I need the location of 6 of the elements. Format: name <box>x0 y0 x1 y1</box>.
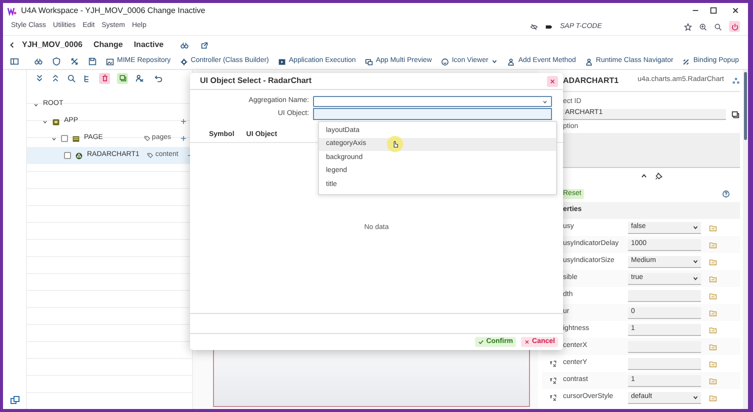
status-label: Inactive <box>134 39 164 51</box>
panel-title: ADARCHART1 <box>563 74 619 86</box>
dialog-title: UI Object Select - RadarChart <box>200 75 312 87</box>
program-name: YJH_MOV_0006 <box>22 39 82 51</box>
window-title: U4A Workspace - YJH_MOV_0006 Change Inactive <box>21 4 206 16</box>
mode-label: Change <box>93 39 123 51</box>
